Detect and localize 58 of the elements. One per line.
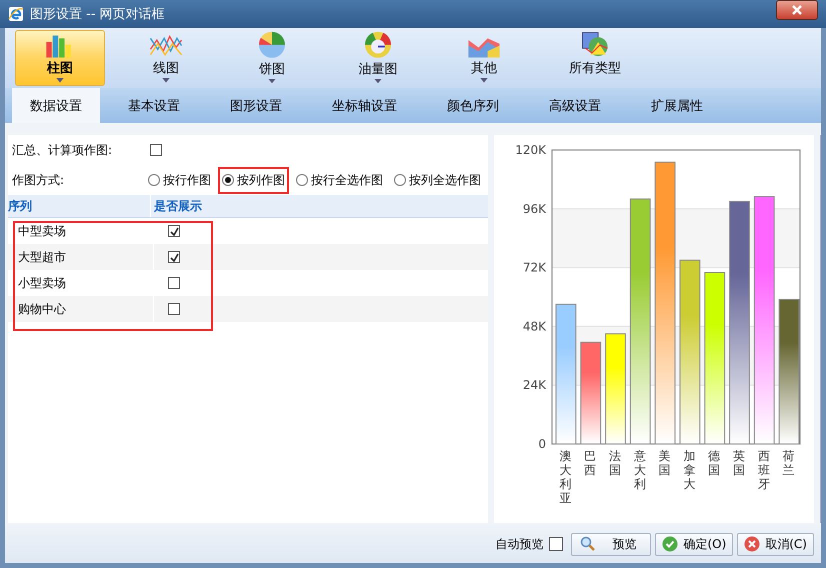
checkbox[interactable] bbox=[168, 251, 180, 263]
column-header: 是否展示 bbox=[153, 198, 202, 214]
tab[interactable]: 基本设置 bbox=[106, 88, 202, 123]
axis-tick-label: 48K bbox=[522, 319, 546, 334]
chart-type-button[interactable]: 柱图 bbox=[15, 30, 105, 86]
cancel-button[interactable]: 取消(C) bbox=[737, 532, 814, 556]
radio-option[interactable]: 按列全选作图 bbox=[390, 166, 485, 194]
category-label: 法国 bbox=[609, 449, 621, 477]
category-label: 加拿大 bbox=[683, 449, 696, 491]
axis-tick-label: 24K bbox=[522, 378, 546, 392]
browser-icon bbox=[8, 6, 24, 22]
axis-tick-label: 0 bbox=[538, 437, 546, 451]
magnifier-icon bbox=[580, 536, 596, 552]
checkbox[interactable] bbox=[168, 277, 180, 289]
close-circle-icon bbox=[744, 536, 760, 552]
category-label: 意大利 bbox=[634, 449, 646, 491]
axis-tick-label: 96K bbox=[522, 202, 546, 216]
chart-type-button[interactable]: 饼图 bbox=[227, 30, 317, 86]
category-label: 荷兰 bbox=[782, 449, 795, 477]
field-label: 作图方式: bbox=[12, 172, 66, 188]
window-title: 图形设置 -- 网页对话框 bbox=[30, 6, 165, 23]
category-label: 英国 bbox=[733, 449, 745, 477]
category-label: 澳大利亚 bbox=[559, 449, 572, 505]
category-label: 德国 bbox=[708, 449, 720, 477]
preview-button[interactable]: 预览 bbox=[571, 532, 652, 556]
radio-option[interactable]: 按行全选作图 bbox=[292, 166, 387, 194]
field-label: 汇总、计算项作图: bbox=[12, 142, 114, 158]
axis-tick-label: 120K bbox=[515, 143, 546, 157]
gauge-icon bbox=[362, 31, 394, 59]
tab[interactable]: 数据设置 bbox=[12, 88, 100, 123]
close-button[interactable] bbox=[776, 0, 818, 20]
checkbox[interactable] bbox=[168, 303, 180, 315]
close-icon bbox=[792, 5, 802, 15]
chart-type-button[interactable]: 线图 bbox=[121, 30, 211, 86]
tab[interactable]: 扩展属性 bbox=[629, 88, 725, 123]
checkbox[interactable] bbox=[168, 225, 180, 237]
ok-button[interactable]: 确定(O) bbox=[655, 532, 734, 556]
tab[interactable]: 图形设置 bbox=[208, 88, 304, 123]
tab[interactable]: 坐标轴设置 bbox=[310, 88, 419, 123]
column-header: 序列 bbox=[8, 195, 151, 217]
series-name: 大型超市 bbox=[8, 244, 154, 270]
checkbox[interactable] bbox=[549, 537, 564, 551]
highlighted-radio-option[interactable]: 按列作图 bbox=[218, 166, 289, 194]
checkbox-label: 自动预览 bbox=[495, 536, 544, 552]
chart-type-button[interactable]: 油量图 bbox=[333, 30, 423, 86]
category-label: 巴西 bbox=[584, 449, 596, 477]
checkbox[interactable] bbox=[150, 144, 162, 156]
axis-tick-label: 72K bbox=[522, 260, 546, 275]
check-circle-icon bbox=[662, 536, 678, 552]
category-label: 西班牙 bbox=[758, 449, 770, 491]
chart-type-button[interactable]: 所有类型 bbox=[545, 30, 645, 86]
chart-type-button[interactable]: 其他 bbox=[439, 30, 529, 86]
pie-chart-icon bbox=[256, 31, 288, 59]
tab[interactable]: 高级设置 bbox=[527, 88, 623, 123]
tab[interactable]: 颜色序列 bbox=[425, 88, 521, 123]
series-name: 购物中心 bbox=[8, 296, 154, 322]
radio-option[interactable]: 按行作图 bbox=[144, 166, 215, 194]
category-label: 美国 bbox=[658, 449, 671, 477]
